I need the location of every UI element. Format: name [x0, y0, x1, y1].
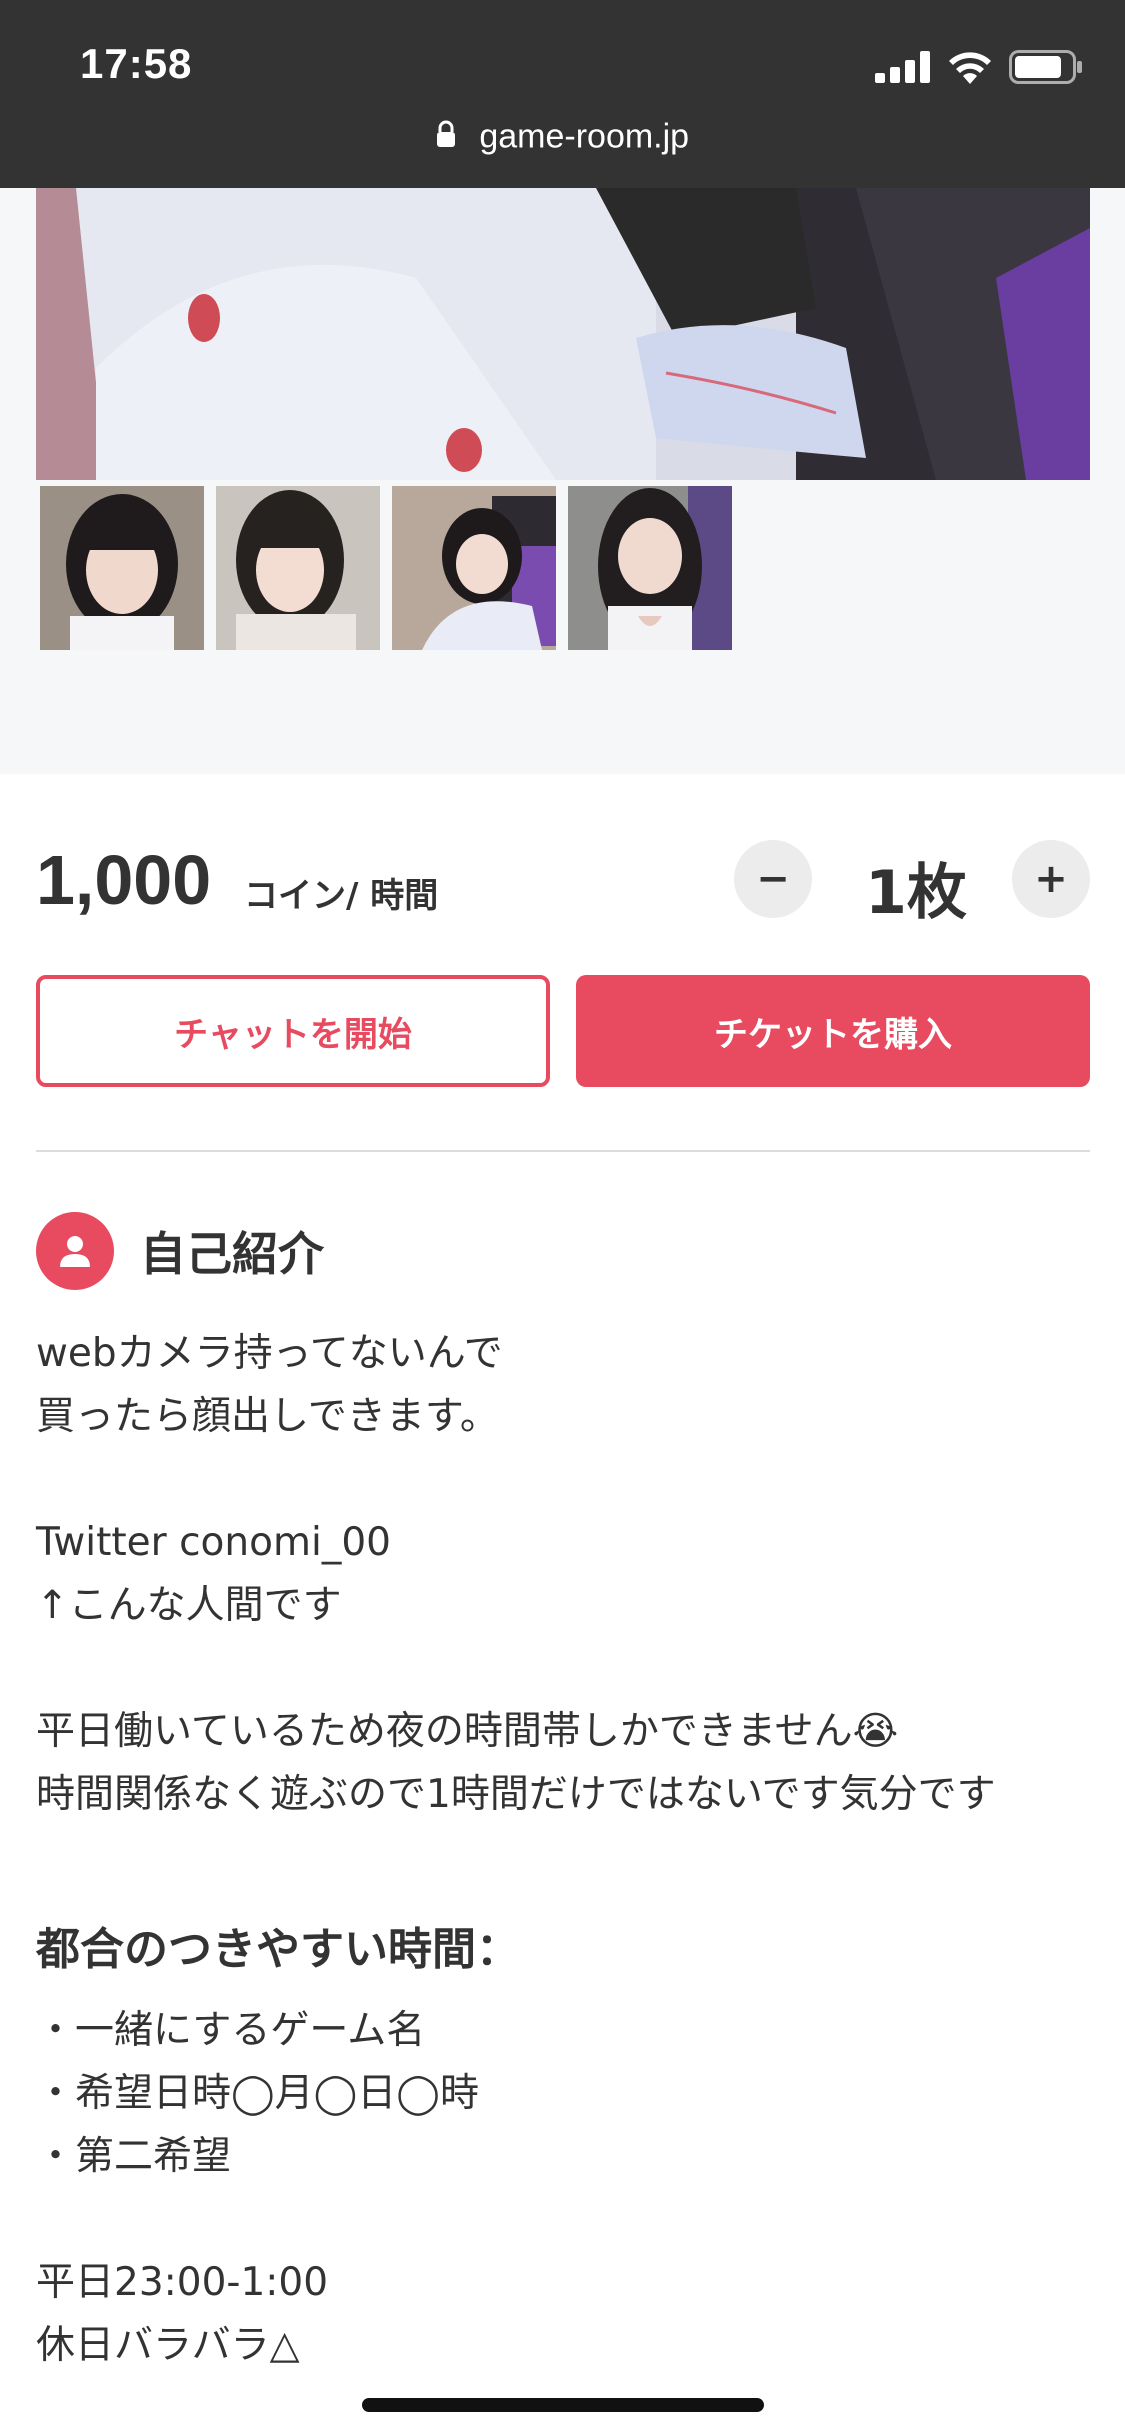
buy-ticket-button[interactable]: チケットを購入: [576, 975, 1090, 1087]
profile-section-header: 自己紹介: [36, 1212, 324, 1290]
wifi-icon: [949, 52, 991, 84]
schedule-line: ・第二希望: [36, 2134, 232, 2179]
thumbnail-2[interactable]: [216, 486, 380, 650]
divider: [36, 1150, 1090, 1152]
home-indicator[interactable]: [362, 2398, 764, 2412]
quantity-value: 1枚: [865, 858, 967, 928]
status-bar: 17:58 game-room.jp: [0, 0, 1125, 188]
thumbnail-strip: [40, 486, 732, 650]
schedule-heading: 都合のつきやすい時間：: [36, 1924, 520, 1975]
schedule-line: 休日バラバラ△: [36, 2323, 300, 2368]
bio-line: webカメラ持ってないんで: [36, 1331, 503, 1376]
section-title: 自己紹介: [140, 1227, 324, 1281]
address-bar[interactable]: game-room.jp: [0, 116, 1125, 157]
bio-line: 買ったら顔出しできます。: [36, 1394, 499, 1439]
photo-gallery: [0, 188, 1125, 774]
bio-line: ↑こんな人間です: [36, 1583, 342, 1628]
bio-line: 時間関係なく遊ぶので1時間だけではないです気分です: [36, 1772, 996, 1817]
battery-icon: [1009, 50, 1082, 84]
signal-icon: [875, 51, 930, 83]
lock-icon: [436, 118, 456, 157]
main-photo[interactable]: [36, 188, 1090, 480]
quantity-plus-button[interactable]: +: [1012, 840, 1090, 918]
thumbnail-3[interactable]: [392, 486, 556, 650]
bio-line: Twitter conomi_00: [36, 1520, 391, 1565]
price-value: 1,000: [36, 841, 212, 919]
quantity-minus-button[interactable]: −: [734, 840, 812, 918]
status-icons: [875, 50, 1083, 84]
start-chat-button[interactable]: チャットを開始: [36, 975, 550, 1087]
price-unit: コイン/ 時間: [244, 876, 439, 916]
profile-bio: webカメラ持ってないんで 買ったら顔出しできます。 Twitter conom…: [36, 1322, 1096, 2377]
status-time: 17:58: [80, 40, 193, 87]
url-text: game-room.jp: [479, 117, 690, 156]
schedule-line: ・希望日時◯月◯日◯時: [36, 2071, 479, 2116]
user-icon: [36, 1212, 114, 1290]
thumbnail-1[interactable]: [40, 486, 204, 650]
schedule-line: ・一緒にするゲーム名: [36, 2008, 426, 2053]
schedule-line: 平日23:00-1:00: [36, 2260, 329, 2305]
price-row: 1,000 コイン/ 時間 − 1枚 +: [36, 840, 1090, 928]
thumbnail-4[interactable]: [568, 486, 732, 650]
bio-line: 平日働いているため夜の時間帯しかできません😭: [36, 1709, 899, 1754]
